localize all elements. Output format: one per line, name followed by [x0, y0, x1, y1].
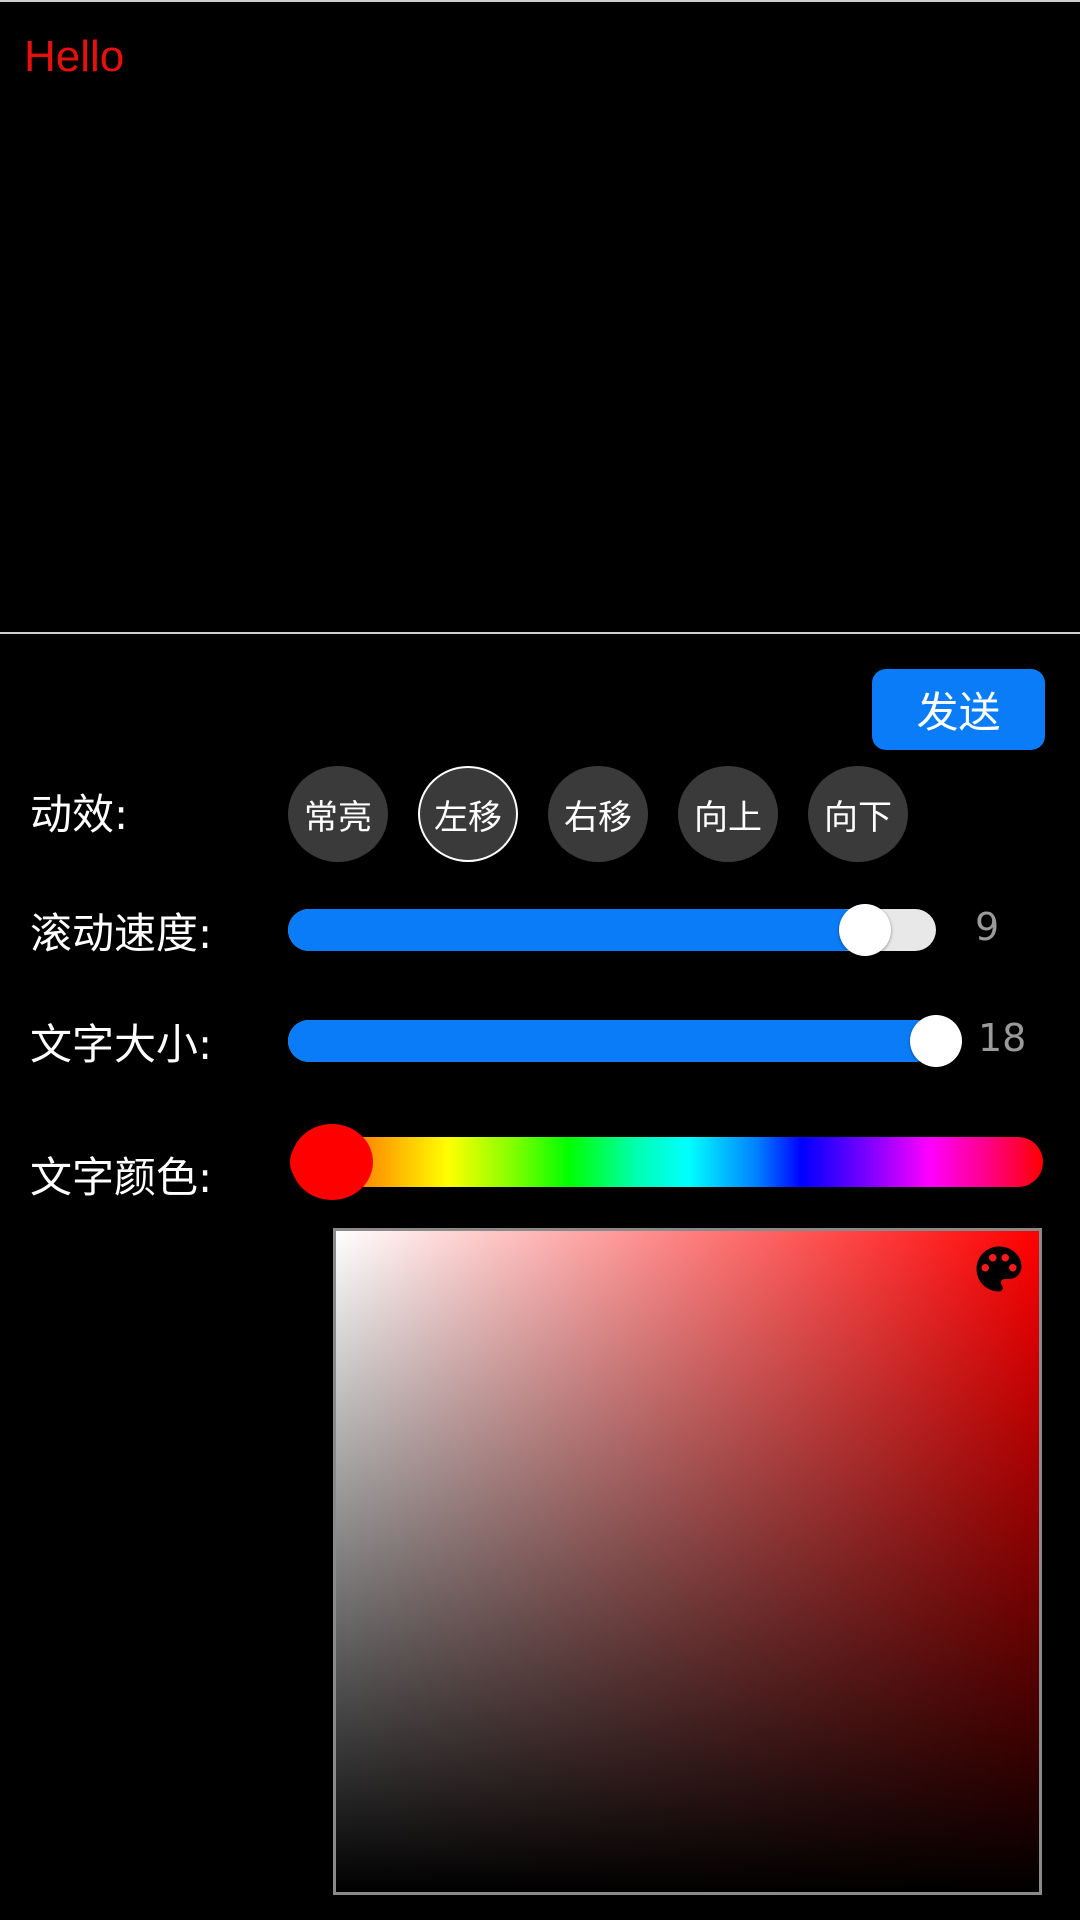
speed-slider-fill	[288, 909, 865, 951]
effect-option-down[interactable]: 向下	[808, 766, 908, 862]
hue-slider[interactable]	[290, 1137, 1043, 1187]
color-saturation-picker[interactable]	[333, 1228, 1042, 1895]
speed-value: 9	[975, 905, 1000, 949]
send-button[interactable]: 发送	[872, 669, 1045, 750]
speed-label: 滚动速度:	[30, 909, 213, 958]
effect-label: 动效:	[30, 790, 129, 839]
effect-option-left[interactable]: 左移	[418, 766, 518, 862]
effect-option-up[interactable]: 向上	[678, 766, 778, 862]
effect-option-right[interactable]: 右移	[548, 766, 648, 862]
hue-slider-thumb[interactable]	[291, 1124, 373, 1200]
speed-slider-thumb[interactable]	[839, 904, 891, 956]
effect-options: 常亮 左移 右移 向上 向下	[288, 766, 908, 862]
font-size-value: 18	[978, 1016, 1027, 1060]
text-color-label: 文字颜色:	[30, 1153, 213, 1202]
effect-option-steady[interactable]: 常亮	[288, 766, 388, 862]
font-size-slider-fill	[288, 1020, 936, 1062]
font-size-label: 文字大小:	[30, 1020, 213, 1069]
font-size-slider[interactable]	[288, 1015, 962, 1067]
palette-icon[interactable]	[969, 1239, 1029, 1299]
speed-slider[interactable]	[288, 904, 936, 956]
font-size-slider-thumb[interactable]	[910, 1015, 962, 1067]
preview-text: Hello	[24, 32, 125, 81]
led-preview-area: Hello	[0, 0, 1080, 634]
